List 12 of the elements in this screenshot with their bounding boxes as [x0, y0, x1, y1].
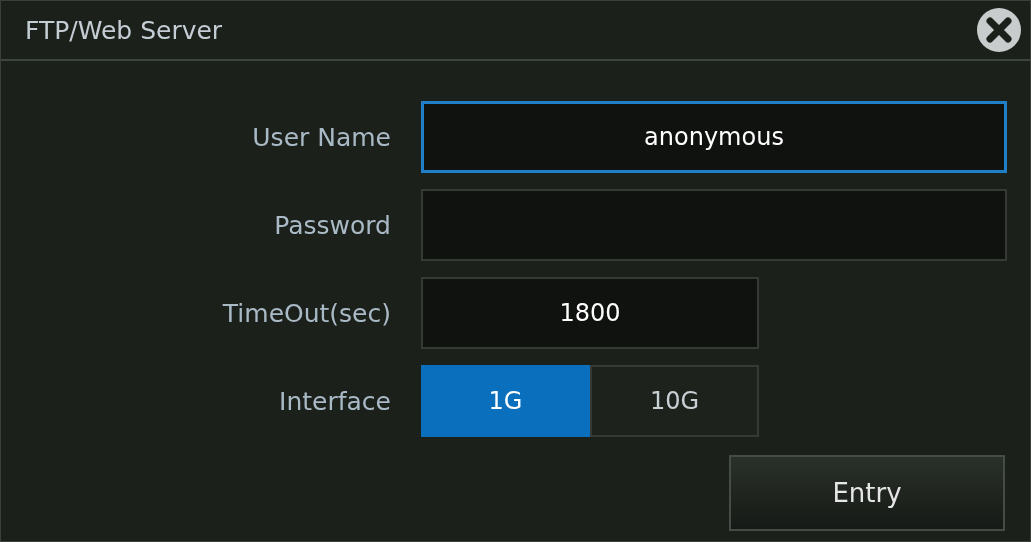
segment-option[interactable]: 10G [590, 365, 759, 437]
field-label: Interface [278, 386, 391, 416]
input-field[interactable]: anonymous [421, 101, 1007, 173]
input-field[interactable] [421, 189, 1007, 261]
window-title: FTP/Web Server [25, 15, 223, 45]
field-label: User Name [251, 122, 391, 152]
entry-button[interactable]: Entry [729, 455, 1005, 531]
field-label: TimeOut(sec) [221, 298, 391, 328]
segment-option[interactable]: 1G [421, 365, 590, 437]
close-icon[interactable] [976, 7, 1022, 53]
field-label: Password [273, 210, 391, 240]
input-field[interactable]: 1800 [421, 277, 759, 349]
